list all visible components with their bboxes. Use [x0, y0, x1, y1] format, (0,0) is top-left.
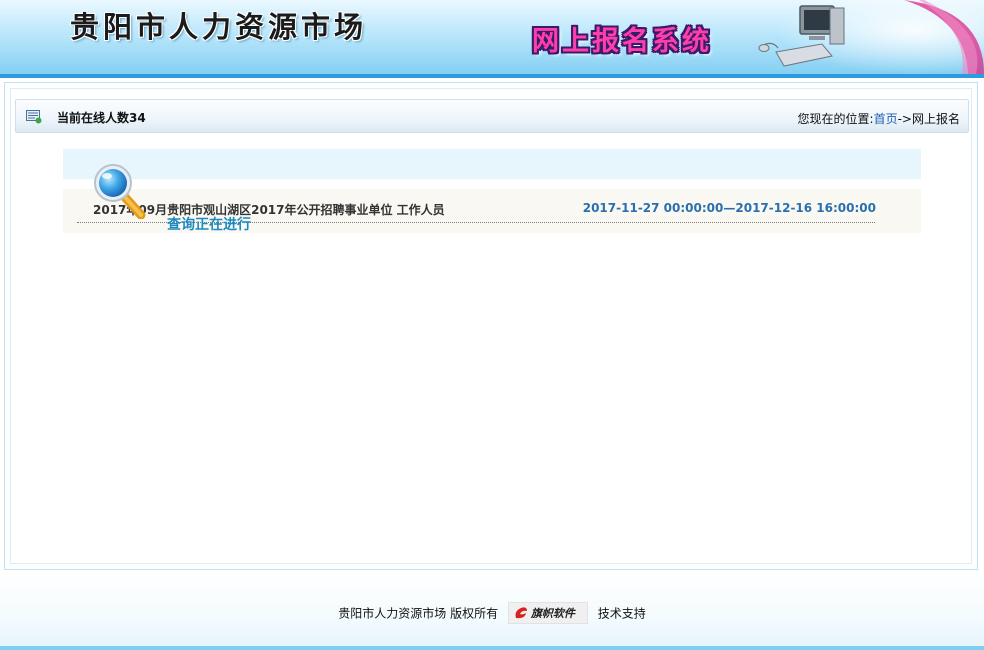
footer: 贵阳市人力资源市场 版权所有 旗帜软件 技术支持 [0, 574, 984, 650]
item-status[interactable]: 查询正在进行 [167, 214, 251, 234]
list-item[interactable]: 2017年09月贵阳市观山湖区2017年公开招聘事业单位 工作人员 2017-1… [63, 164, 921, 234]
breadcrumb-home-link[interactable]: 首页 [874, 112, 898, 126]
breadcrumb-prefix: 您现在的位置: [797, 112, 874, 126]
footer-copyright: 贵阳市人力资源市场 版权所有 [338, 606, 499, 621]
vendor-name: 旗帜软件 [530, 607, 575, 620]
breadcrumb-current: 网上报名 [911, 112, 960, 126]
vendor-logo[interactable]: 旗帜软件 [507, 602, 588, 624]
footer-divider [0, 646, 984, 650]
system-title: 网上报名系统 [532, 26, 712, 57]
footer-support: 技术支持 [597, 606, 646, 621]
info-bar: 当前在线人数34 您现在的位置:首页->网上报名 [15, 99, 969, 133]
header-banner: 贵阳市人力资源市场 网上报名系统 [0, 0, 984, 78]
computer-icon [754, 0, 984, 74]
vendor-logo-icon [515, 607, 527, 619]
footer-copyright-line: 贵阳市人力资源市场 版权所有 旗帜软件 技术支持 [0, 602, 984, 624]
list-header-bar [63, 149, 921, 179]
breadcrumb: 您现在的位置:首页->网上报名 [798, 110, 960, 127]
header-divider [0, 74, 984, 78]
site-title: 贵阳市人力资源市场 [70, 10, 368, 44]
item-date-range: 2017-11-27 00:00:00—2017-12-16 16:00:00 [582, 201, 876, 215]
breadcrumb-separator: -> [897, 112, 912, 126]
magnifier-icon [94, 164, 146, 219]
main-panel: 当前在线人数34 您现在的位置:首页->网上报名 2017年09月贵阳市观山湖区… [4, 82, 978, 570]
online-count: 当前在线人数34 [57, 111, 146, 125]
online-users-icon [26, 110, 42, 124]
